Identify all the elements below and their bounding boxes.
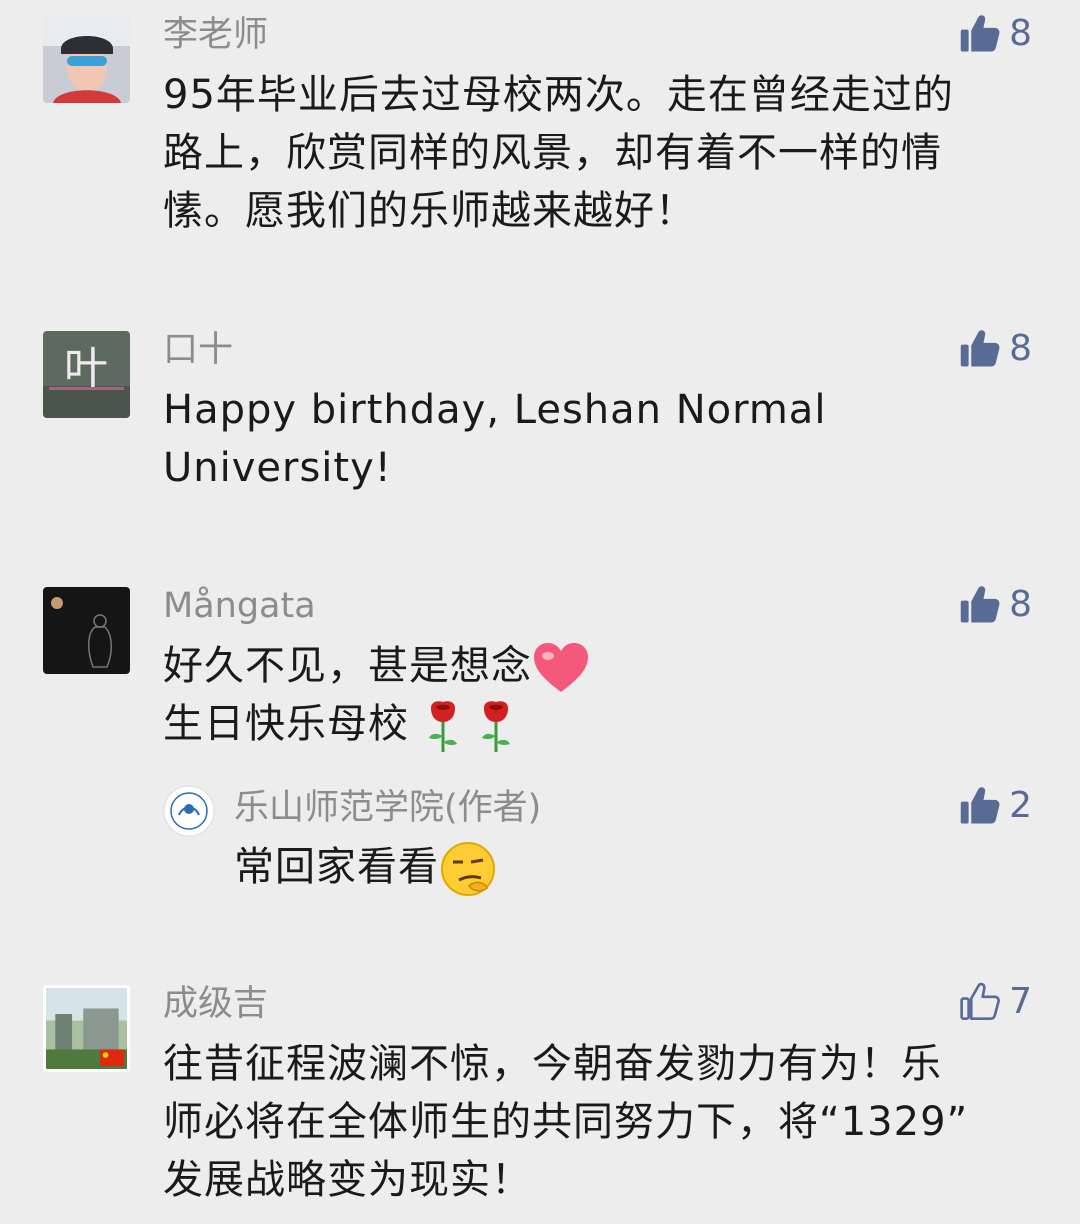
comment-line: 路上，欣赏同样的风景，却有着不一样的情	[163, 130, 942, 176]
comment-line: 往昔征程波澜不惊，今朝奋发勠力有为！乐	[163, 1041, 942, 1087]
comment-line: 95年毕业后去过母校两次。走在曾经走过的	[163, 72, 954, 118]
smirk-emoji	[439, 840, 497, 898]
like-button[interactable]: 8	[959, 12, 1032, 56]
comment-line: 好久不见，甚是想念	[163, 637, 1038, 695]
like-button[interactable]: 8	[959, 583, 1032, 627]
comment-text: 好久不见，甚是想念 生日快乐母校	[163, 637, 1038, 754]
reply-like-button[interactable]: 2	[959, 784, 1032, 828]
thumbs-up-outline-icon	[959, 981, 1001, 1023]
comment-author: 口十	[163, 330, 234, 370]
like-count: 8	[1009, 584, 1032, 625]
rose-emoji	[476, 698, 516, 754]
avatar[interactable]	[43, 985, 130, 1072]
comment-line-text: 好久不见，甚是想念	[163, 643, 532, 689]
comment-line: University!	[163, 445, 392, 491]
comment-line: 发展战略变为现实！	[163, 1157, 532, 1203]
heart-emoji	[532, 642, 590, 694]
like-button[interactable]: 7	[959, 980, 1032, 1024]
like-count: 2	[1009, 785, 1032, 826]
avatar[interactable]: 叶	[43, 331, 130, 418]
thumbs-up-filled-icon	[959, 13, 1001, 55]
like-count: 7	[1009, 981, 1032, 1022]
comment-author: Mångata	[163, 586, 316, 626]
reply-line: 常回家看看	[234, 838, 1034, 898]
reply-text: 常回家看看	[234, 838, 1034, 898]
comment-author: 李老师	[163, 15, 269, 55]
rose-emoji	[423, 698, 463, 754]
thumbs-up-filled-icon	[959, 328, 1001, 370]
avatar[interactable]	[43, 587, 130, 674]
thumbs-up-filled-icon	[959, 584, 1001, 626]
comment-line: 愫。愿我们的乐师越来越好！	[163, 188, 696, 234]
thumbs-up-filled-icon	[959, 785, 1001, 827]
avatar-glyph: 叶	[64, 343, 108, 394]
avatar[interactable]	[43, 16, 130, 103]
comment-text: Happy birthday, Leshan Normal University…	[163, 381, 1038, 497]
like-count: 8	[1009, 328, 1032, 369]
reply-line-text: 常回家看看	[234, 844, 439, 890]
reply-avatar[interactable]	[163, 785, 215, 837]
like-button[interactable]: 8	[959, 327, 1032, 371]
comment-author: 成级吉	[163, 984, 269, 1024]
comment-line: 生日快乐母校	[163, 695, 1038, 754]
like-count: 8	[1009, 13, 1032, 54]
reply-author: 乐山师范学院(作者)	[234, 788, 542, 828]
comment-text: 95年毕业后去过母校两次。走在曾经走过的 路上，欣赏同样的风景，却有着不一样的情…	[163, 66, 1038, 240]
comment-line: Happy birthday, Leshan Normal	[163, 387, 827, 433]
comment-line: 师必将在全体师生的共同努力下，将“1329”	[163, 1099, 969, 1145]
comment-text: 往昔征程波澜不惊，今朝奋发勠力有为！乐 师必将在全体师生的共同努力下，将“132…	[163, 1035, 1038, 1209]
comment-line-text: 生日快乐母校	[163, 701, 409, 747]
